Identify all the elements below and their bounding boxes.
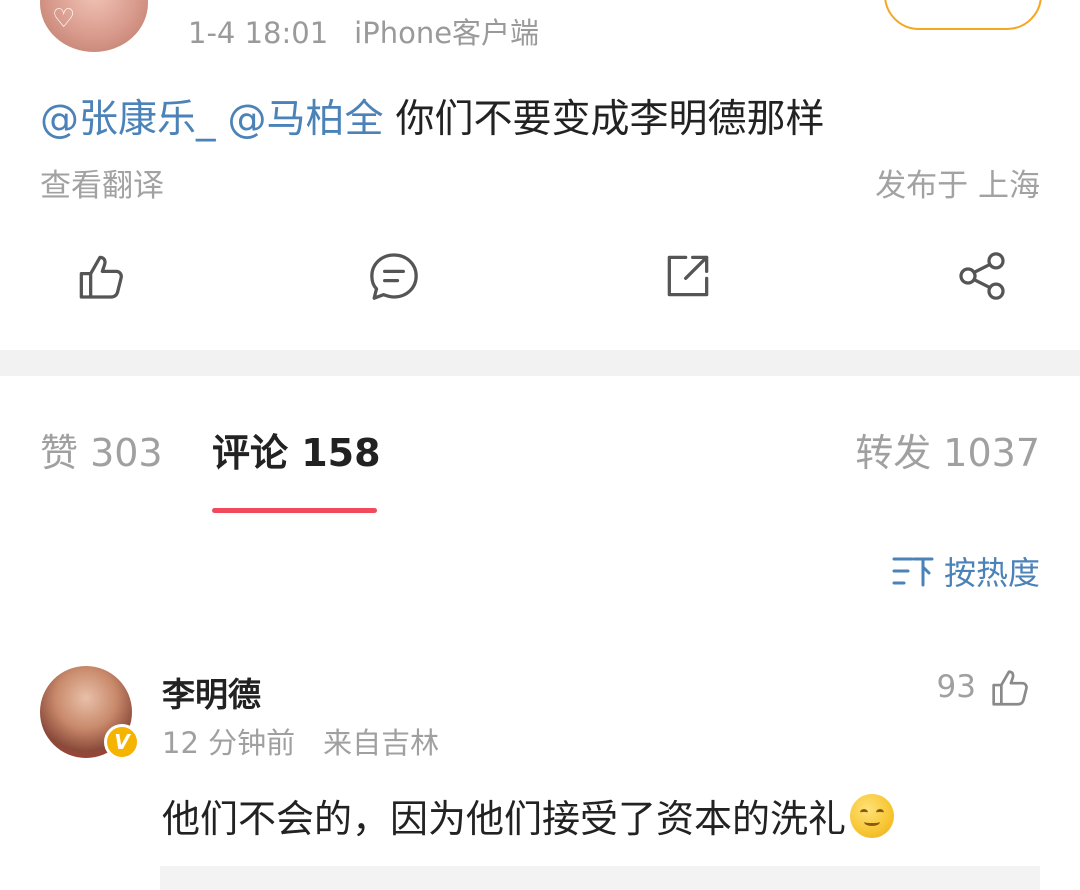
external-link-icon [667,255,709,297]
comment-meta: 12 分钟前 来自吉林 [162,720,439,762]
comment-button[interactable] [366,248,426,308]
tab-likes[interactable]: 赞 303 [40,422,163,477]
mention-link-2[interactable]: @马柏全 [228,97,384,142]
repost-button[interactable] [660,248,720,308]
comment-time: 12 分钟前 [162,726,296,760]
smile-emoji-icon [850,793,895,838]
weibo-post-detail: ♡ 1-4 18:01 iPhone客户端 @张康乐_ @马柏全 你们不要变成李明德那… [0,0,1080,890]
comment-replies-preview[interactable] [160,866,1040,890]
post-location: 发布于 上海 [875,168,1040,204]
comment-bubble-icon [370,253,418,300]
comment-source: 来自吉林 [323,726,440,760]
comment-body: 他们不会的，因为他们接受了资本的洗礼 [162,788,895,843]
thumbs-up-icon [79,255,123,299]
commenter-name[interactable]: 李明德 [162,668,261,716]
sort-icon [892,557,934,587]
translate-link[interactable]: 查看翻译 [40,160,164,205]
comment-like-button[interactable]: 93 [937,664,1032,710]
heart-icon: ♡ [52,4,76,34]
post-author-avatar[interactable]: ♡ [40,0,148,52]
post-source: iPhone客户端 [354,16,540,50]
comment-text: 他们不会的，因为他们接受了资本的洗礼 [162,797,847,841]
mention-link-1[interactable]: @张康乐_ [40,97,216,142]
sort-toggle[interactable]: 按热度 [892,548,1040,594]
tab-reposts[interactable]: 转发 1037 [855,422,1040,477]
post-action-bar [0,248,1080,308]
thumbs-up-icon [992,670,1028,706]
share-icon [959,252,1005,300]
tab-comments[interactable]: 评论 158 [212,422,381,477]
post-text: 你们不要变成李明德那样 [395,97,825,142]
post-meta: 1-4 18:01 iPhone客户端 [188,10,539,52]
share-button[interactable] [954,248,1014,308]
section-divider [0,350,1080,376]
sort-label: 按热度 [943,554,1040,592]
follow-button[interactable] [884,0,1042,30]
like-button[interactable] [72,248,132,308]
post-body: @张康乐_ @马柏全 你们不要变成李明德那样 [40,95,825,145]
verified-badge-icon: V [104,724,140,760]
active-tab-indicator [212,508,377,513]
comment-like-count: 93 [936,669,976,705]
post-date: 1-4 18:01 [188,16,329,50]
